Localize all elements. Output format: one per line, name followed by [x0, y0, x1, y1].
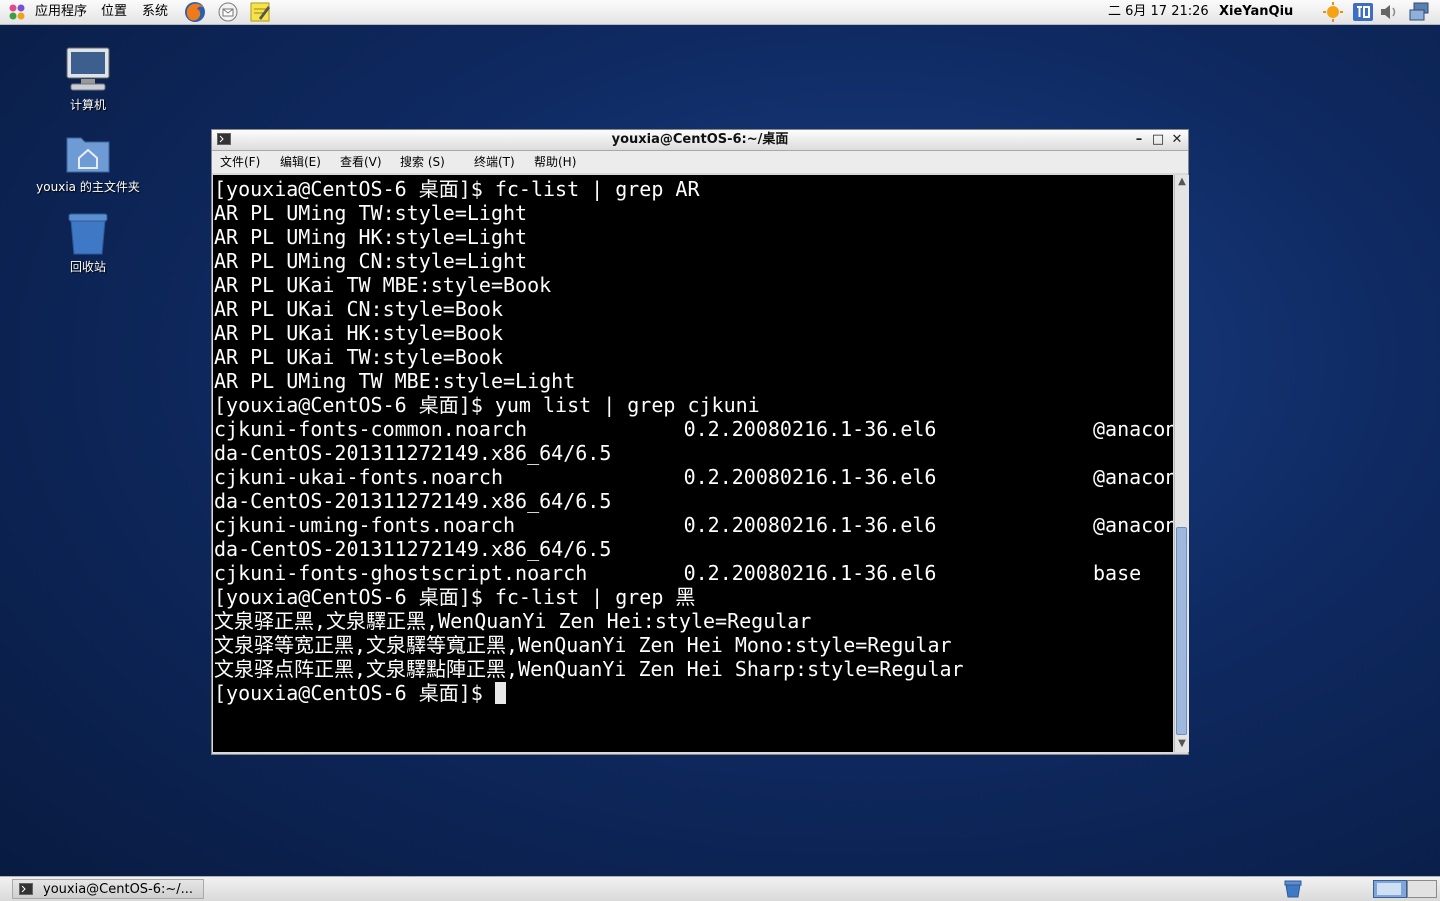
terminal-line: AR PL UKai HK:style=Book [214, 321, 503, 345]
input-method-icon[interactable] [1352, 1, 1374, 23]
terminal-line: AR PL UMing TW MBE:style=Light [214, 369, 576, 393]
menu-view[interactable]: 查看(V) [340, 151, 382, 173]
terminal-line: cjkuni-fonts-ghostscript.noarch 0.2.2008… [214, 561, 1142, 585]
terminal-line: cjkuni-ukai-fonts.noarch 0.2.20080216.1-… [214, 465, 1173, 489]
menu-places[interactable]: 位置 [101, 0, 127, 24]
trash-applet-icon[interactable] [1283, 880, 1303, 898]
window-title: youxia@CentOS-6:~/桌面 [611, 132, 789, 147]
desktop-icon-label: 回收站 [69, 260, 106, 274]
terminal-line: AR PL UMing CN:style=Light [214, 249, 528, 273]
terminal-icon [217, 133, 231, 145]
maximize-button[interactable]: □ [1149, 130, 1167, 150]
desktop-icon-label: youxia 的主文件夹 [36, 180, 140, 194]
home-folder-icon [66, 137, 110, 173]
terminal-line: AR PL UMing TW:style=Light [214, 201, 528, 225]
menu-help[interactable]: 帮助(H) [534, 151, 576, 173]
top-panel: 应用程序 位置 系统 二 6月 17 21:26 XieYanQiu [0, 0, 1440, 25]
computer-icon [66, 47, 110, 91]
terminal-line: cjkuni-uming-fonts.noarch 0.2.20080216.1… [214, 513, 1173, 537]
terminal-cursor [494, 682, 506, 704]
scroll-down-icon[interactable]: ▼ [1175, 737, 1189, 751]
terminal-line: da-CentOS-201311272149.x86_64/6.5 [214, 441, 612, 465]
menu-search[interactable]: 搜索 (S) [400, 151, 445, 173]
mail-icon[interactable] [216, 0, 240, 24]
menu-applications[interactable]: 应用程序 [35, 0, 87, 24]
notes-icon[interactable] [248, 0, 272, 24]
desktop-icon-computer[interactable]: 计算机 [28, 46, 148, 113]
minimize-button[interactable]: – [1130, 130, 1148, 150]
bottom-panel: youxia@CentOS-6:~/... [0, 876, 1440, 901]
terminal-line: [youxia@CentOS-6 桌面]$ fc-list | grep AR [214, 177, 700, 201]
volume-icon[interactable] [1378, 1, 1400, 23]
menu-terminal[interactable]: 终端(T) [474, 151, 515, 173]
clock[interactable]: 二 6月 17 21:26 [1108, 0, 1209, 24]
workspace-2[interactable] [1407, 880, 1437, 898]
scroll-up-icon[interactable]: ▲ [1175, 175, 1189, 189]
menu-system[interactable]: 系统 [142, 0, 168, 24]
desktop-icon-trash[interactable]: 回收站 [28, 210, 148, 275]
scrollbar-thumb[interactable] [1176, 527, 1187, 735]
menu-file[interactable]: 文件(F) [220, 151, 260, 173]
terminal-prompt: [youxia@CentOS-6 桌面]$ [214, 681, 495, 705]
terminal-line: da-CentOS-201311272149.x86_64/6.5 [214, 537, 612, 561]
firefox-icon[interactable] [183, 0, 207, 24]
terminal-line: AR PL UKai TW MBE:style=Book [214, 273, 552, 297]
workspace-1[interactable] [1373, 880, 1407, 898]
network-icon[interactable] [1408, 1, 1430, 23]
terminal-line: AR PL UKai TW:style=Book [214, 345, 503, 369]
trash-icon [68, 213, 108, 255]
terminal-line: AR PL UKai CN:style=Book [214, 297, 503, 321]
desktop-icon-label: 计算机 [69, 98, 106, 112]
terminal-line: cjkuni-fonts-common.noarch 0.2.20080216.… [214, 417, 1173, 441]
terminal-window[interactable]: youxia@CentOS-6:~/桌面 – □ ✕ 文件(F) 编辑(E) 查… [211, 129, 1189, 755]
terminal-line: 文泉驿点阵正黑,文泉驛點陣正黑,WenQuanYi Zen Hei Sharp:… [214, 657, 964, 681]
terminal-line: 文泉驿正黑,文泉驛正黑,WenQuanYi Zen Hei:style=Regu… [214, 609, 812, 633]
desktop-icon-home[interactable]: youxia 的主文件夹 [28, 130, 148, 195]
terminal-line: da-CentOS-201311272149.x86_64/6.5 [214, 489, 612, 513]
terminal-line: [youxia@CentOS-6 桌面]$ yum list | grep cj… [214, 393, 760, 417]
terminal-menubar: 文件(F) 编辑(E) 查看(V) 搜索 (S) 终端(T) 帮助(H) [212, 151, 1188, 173]
terminal-scrollbar[interactable]: ▲ ▼ [1174, 175, 1189, 752]
window-titlebar[interactable]: youxia@CentOS-6:~/桌面 – □ ✕ [212, 130, 1188, 151]
terminal-prompt-line[interactable]: [youxia@CentOS-6 桌面]$ [214, 681, 506, 705]
terminal-line: 文泉驿等宽正黑,文泉驛等寬正黑,WenQuanYi Zen Hei Mono:s… [214, 633, 952, 657]
terminal-line: AR PL UMing HK:style=Light [214, 225, 528, 249]
close-button[interactable]: ✕ [1168, 130, 1186, 150]
terminal-line: [youxia@CentOS-6 桌面]$ fc-list | grep 黑 [214, 585, 696, 609]
user-menu[interactable]: XieYanQiu [1219, 0, 1293, 24]
taskbar-item-terminal[interactable]: youxia@CentOS-6:~/... [12, 879, 204, 899]
taskbar-item-label: youxia@CentOS-6:~/... [43, 882, 194, 897]
menu-edit[interactable]: 编辑(E) [280, 151, 321, 173]
terminal-output[interactable]: [youxia@CentOS-6 桌面]$ fc-list | grep AR … [213, 175, 1173, 752]
weather-icon[interactable] [1322, 1, 1344, 23]
applications-menu-icon[interactable] [8, 3, 26, 21]
terminal-icon [19, 883, 33, 895]
